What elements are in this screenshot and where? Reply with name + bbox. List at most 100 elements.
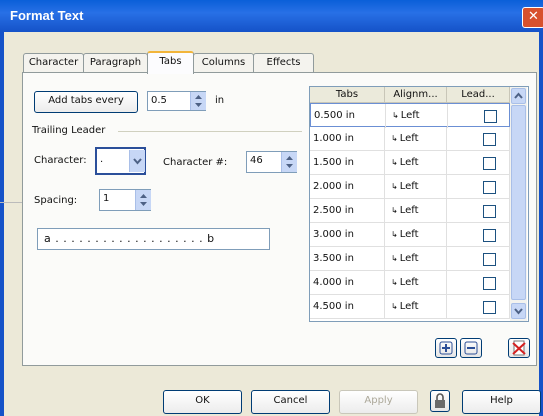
- left-edge-line: [0, 202, 22, 203]
- tab-tabs[interactable]: Tabs: [147, 51, 194, 74]
- scroll-down-button[interactable]: [511, 303, 526, 319]
- table-row[interactable]: 1.500 in ↳ Left: [310, 151, 510, 175]
- tab-position-cell[interactable]: 1.000 in: [310, 127, 385, 151]
- window-title: Format Text: [10, 8, 84, 23]
- leader-checkbox[interactable]: [483, 133, 496, 146]
- leader-cell: [448, 104, 511, 128]
- table-row[interactable]: 0.500 in ↳ Left: [310, 103, 511, 128]
- leader-cell: [447, 127, 510, 151]
- alignment-value: Left: [400, 110, 420, 121]
- alignment-cell[interactable]: ↳ Left: [385, 199, 447, 223]
- alignment-value: Left: [399, 229, 419, 240]
- help-button[interactable]: Help: [462, 390, 541, 414]
- table-row[interactable]: 2.000 in ↳ Left: [310, 175, 510, 199]
- alignment-cell[interactable]: ↳ Left: [385, 247, 447, 271]
- alignment-cell[interactable]: ↳ Left: [385, 175, 447, 199]
- leader-checkbox[interactable]: [484, 110, 497, 123]
- tab-columns[interactable]: Columns: [193, 53, 254, 73]
- leader-cell: [447, 271, 510, 295]
- tab-stops-grid[interactable]: Tabs Alignm... Lead... 0.500 in ↳ Left 1.00…: [309, 86, 529, 322]
- left-align-icon: ↳: [392, 111, 399, 120]
- table-row[interactable]: 4.000 in ↳ Left: [310, 271, 510, 295]
- lock-icon: [435, 393, 445, 408]
- tab-character[interactable]: Character: [23, 53, 84, 73]
- title-bar[interactable]: Format Text ✕: [0, 0, 543, 32]
- alignment-value: Left: [399, 277, 419, 288]
- close-button[interactable]: ✕: [522, 7, 543, 28]
- add-tabs-interval-spinner[interactable]: [190, 92, 206, 110]
- left-align-icon: ↳: [391, 254, 398, 263]
- leader-checkbox[interactable]: [483, 205, 496, 218]
- character-number-value: 46: [250, 155, 263, 166]
- leader-checkbox[interactable]: [483, 253, 496, 266]
- leader-preview: a . . . . . . . . . . . . . . . . . . . …: [37, 228, 270, 250]
- character-number-spinner[interactable]: [281, 152, 297, 172]
- alignment-cell[interactable]: ↳ Left: [385, 271, 447, 295]
- leader-preview-text: a . . . . . . . . . . . . . . . . . . . …: [44, 232, 215, 245]
- table-row[interactable]: 4.500 in ↳ Left: [310, 295, 510, 319]
- delete-all-tabs-button[interactable]: [508, 338, 530, 358]
- delete-all-icon: [512, 340, 526, 356]
- leader-checkbox[interactable]: [483, 157, 496, 170]
- table-row[interactable]: 1.000 in ↳ Left: [310, 127, 510, 151]
- spacing-value: 1: [103, 193, 110, 204]
- tab-effects[interactable]: Effects: [253, 53, 314, 73]
- tab-paragraph[interactable]: Paragraph: [83, 53, 148, 73]
- character-dropdown-arrow[interactable]: [129, 150, 145, 172]
- left-align-icon: ↳: [391, 302, 398, 311]
- alignment-cell[interactable]: ↳ Left: [385, 151, 447, 175]
- chevron-down-icon: [133, 158, 142, 165]
- tab-position-cell[interactable]: 1.500 in: [310, 151, 385, 175]
- leader-checkbox[interactable]: [483, 229, 496, 242]
- table-row[interactable]: 2.500 in ↳ Left: [310, 199, 510, 223]
- tab-position-cell[interactable]: 2.000 in: [310, 175, 385, 199]
- scroll-thumb[interactable]: [511, 105, 526, 300]
- left-align-icon: ↳: [391, 206, 398, 215]
- column-header-tabs[interactable]: Tabs: [310, 87, 385, 103]
- plus-icon: [439, 341, 453, 355]
- column-header-alignment[interactable]: Alignm...: [385, 87, 447, 103]
- scroll-up-button[interactable]: [511, 88, 526, 104]
- spinner-arrows-icon: [286, 156, 293, 168]
- cancel-button[interactable]: Cancel: [251, 390, 330, 414]
- apply-button[interactable]: Apply: [339, 390, 418, 414]
- add-tab-button[interactable]: [435, 338, 457, 358]
- left-window-border: [0, 32, 4, 416]
- chevron-up-icon: [514, 92, 523, 99]
- tab-position-cell[interactable]: 2.500 in: [310, 199, 385, 223]
- table-row[interactable]: 3.500 in ↳ Left: [310, 247, 510, 271]
- lock-button[interactable]: [430, 390, 450, 412]
- minus-icon: [464, 341, 478, 355]
- vertical-scrollbar[interactable]: [510, 87, 527, 321]
- leader-checkbox[interactable]: [483, 277, 496, 290]
- left-align-icon: ↳: [391, 230, 398, 239]
- alignment-value: Left: [399, 253, 419, 264]
- alignment-cell[interactable]: ↳ Left: [385, 223, 447, 247]
- left-align-icon: ↳: [391, 182, 398, 191]
- column-header-leader[interactable]: Lead...: [447, 87, 510, 103]
- add-tabs-interval-value: 0.5: [151, 95, 167, 106]
- table-row[interactable]: 3.000 in ↳ Left: [310, 223, 510, 247]
- ok-button[interactable]: OK: [163, 390, 242, 414]
- leader-checkbox[interactable]: [483, 301, 496, 314]
- alignment-cell[interactable]: ↳ Left: [385, 127, 447, 151]
- leader-cell: [447, 175, 510, 199]
- tab-position-cell[interactable]: 4.500 in: [310, 295, 385, 319]
- tab-position-cell[interactable]: 3.000 in: [310, 223, 385, 247]
- trailing-leader-heading: Trailing Leader: [32, 125, 106, 136]
- section-divider: [118, 131, 302, 132]
- character-number-label: Character #:: [163, 157, 228, 168]
- tab-position-cell[interactable]: 4.000 in: [310, 271, 385, 295]
- tab-position-cell[interactable]: 3.500 in: [310, 247, 385, 271]
- remove-tab-button[interactable]: [460, 338, 482, 358]
- add-tabs-every-button[interactable]: Add tabs every: [34, 91, 138, 113]
- leader-cell: [447, 247, 510, 271]
- spinner-arrows-icon: [140, 194, 147, 206]
- chevron-down-icon: [514, 308, 523, 315]
- tab-position-cell[interactable]: 0.500 in: [311, 104, 386, 128]
- alignment-cell[interactable]: ↳ Left: [385, 295, 447, 319]
- right-window-border: [539, 32, 543, 416]
- alignment-cell[interactable]: ↳ Left: [386, 104, 448, 128]
- leader-checkbox[interactable]: [483, 181, 496, 194]
- spacing-spinner[interactable]: [135, 190, 151, 210]
